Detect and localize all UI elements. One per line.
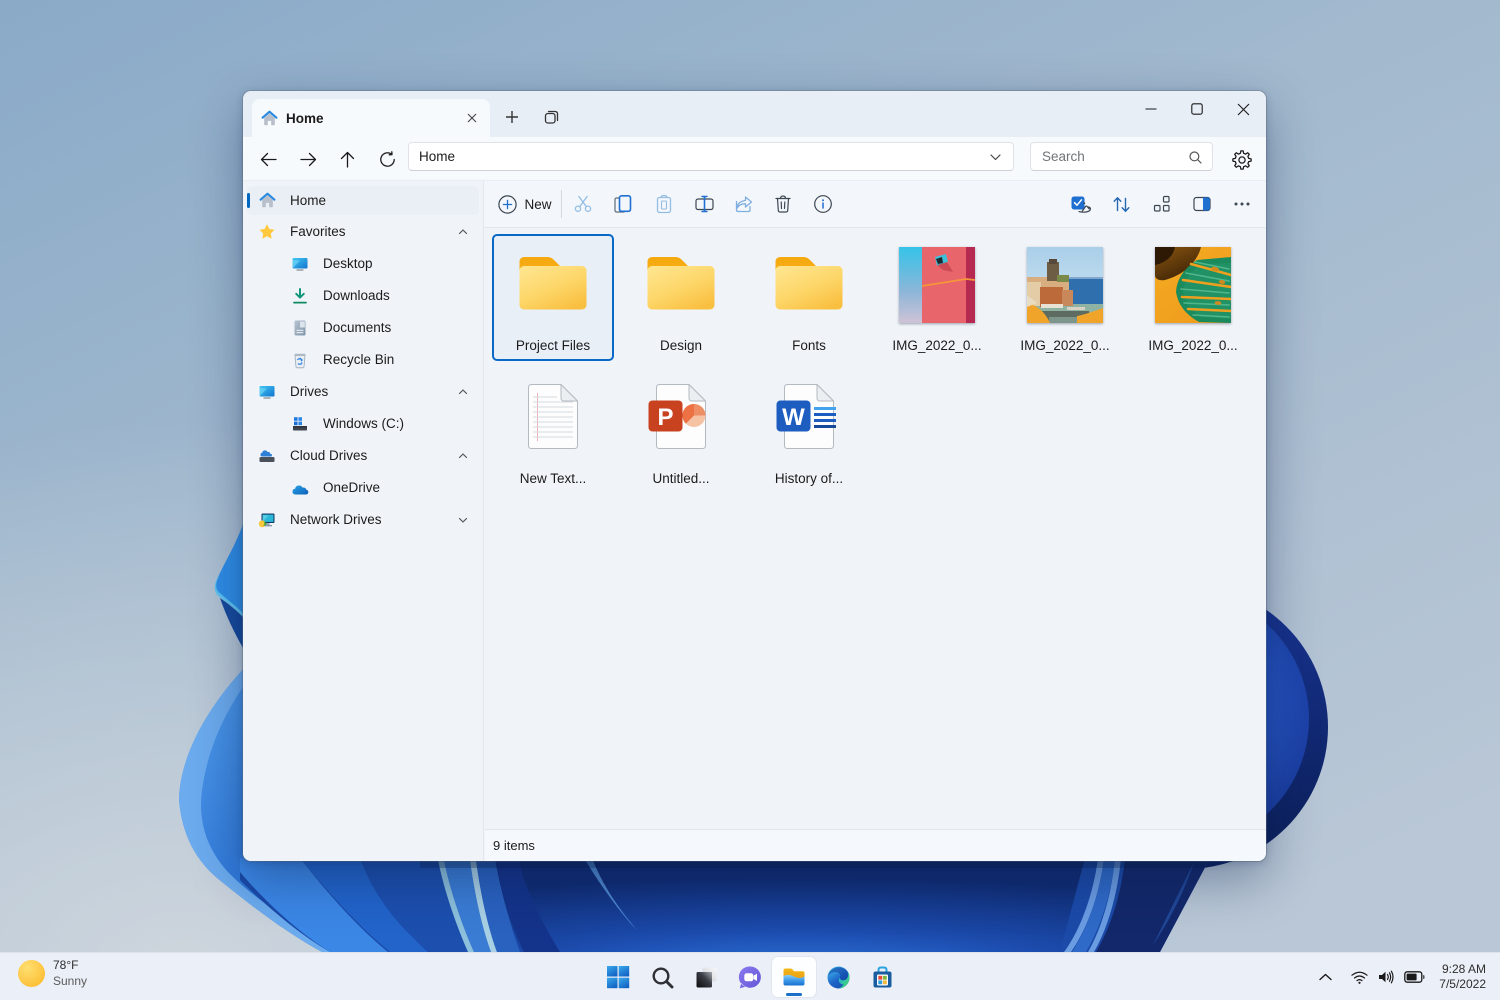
- svg-text:P: P: [657, 404, 673, 431]
- svg-text:W: W: [782, 404, 805, 431]
